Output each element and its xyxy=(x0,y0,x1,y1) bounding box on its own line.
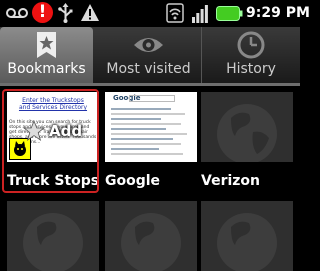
bookmark-item[interactable] xyxy=(105,201,197,271)
battery-icon xyxy=(216,6,243,21)
bookmark-label: Google xyxy=(105,173,161,189)
bookmark-thumbnail xyxy=(7,201,99,271)
eye-icon xyxy=(134,38,163,52)
result-line xyxy=(111,128,166,130)
globe-icon xyxy=(23,213,83,271)
bookmark-item[interactable] xyxy=(201,201,293,271)
result-line xyxy=(111,138,173,140)
tab-bar: Bookmarks Most visited History xyxy=(0,27,300,83)
result-line xyxy=(111,113,185,115)
result-line xyxy=(111,108,171,110)
bookmark-item[interactable]: Google Google xyxy=(105,92,197,196)
voicemail-icon xyxy=(6,8,28,18)
result-line xyxy=(111,123,181,125)
result-line xyxy=(111,133,187,135)
tab-history[interactable]: History xyxy=(202,27,300,83)
bookmark-item[interactable] xyxy=(7,201,99,271)
bookmark-star-icon xyxy=(37,32,56,58)
result-line xyxy=(111,148,159,150)
clock-icon xyxy=(237,31,265,59)
thumbnail-search-box xyxy=(129,95,175,102)
globe-icon xyxy=(217,104,277,162)
result-line xyxy=(111,143,181,145)
tab-most-visited-label: Most visited xyxy=(106,61,191,77)
signal-icon xyxy=(192,5,208,23)
alert-icon: ! xyxy=(32,2,53,23)
bookmark-label: Verizon xyxy=(201,173,261,189)
selection-highlight xyxy=(2,89,99,193)
result-line xyxy=(111,153,183,155)
bookmark-thumbnail: Google xyxy=(105,92,197,162)
tab-history-label: History xyxy=(226,61,276,77)
bookmarks-grid: Enter the Truckstops and Services Direct… xyxy=(0,86,300,271)
clock-time: 9:29 PM xyxy=(246,5,310,21)
bookmark-thumbnail xyxy=(105,201,197,271)
usb-icon xyxy=(58,3,73,23)
globe-icon xyxy=(121,213,181,271)
status-bar: ! 9:29 PM xyxy=(0,0,310,27)
tab-most-visited[interactable]: Most visited xyxy=(96,27,202,83)
bookmark-thumbnail xyxy=(201,92,293,162)
tab-bookmarks[interactable]: Bookmarks xyxy=(0,27,93,83)
warning-icon xyxy=(81,4,99,21)
result-line xyxy=(111,118,161,120)
bookmark-item[interactable]: Verizon xyxy=(201,92,293,196)
wifi-icon xyxy=(166,3,184,23)
globe-icon xyxy=(217,213,277,271)
tab-bookmarks-label: Bookmarks xyxy=(7,61,86,77)
bookmark-thumbnail xyxy=(201,201,293,271)
